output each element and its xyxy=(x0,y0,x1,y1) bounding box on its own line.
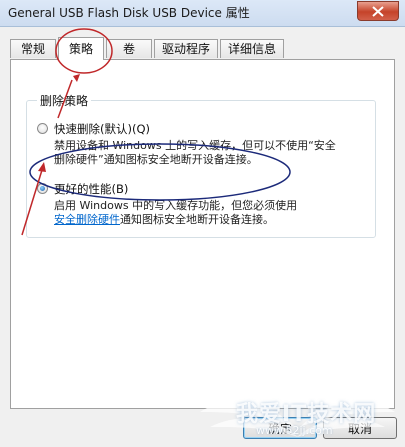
better-performance-label[interactable]: 更好的性能(B) xyxy=(54,181,128,197)
policy-tab-panel: 删除策略 快速删除(默认)(Q) 禁用设备和 Windows 上的写入缓存，但可… xyxy=(10,59,395,409)
tab-driver[interactable]: 驱动程序 xyxy=(154,39,218,58)
quick-removal-label[interactable]: 快速删除(默认)(Q) xyxy=(54,121,150,137)
close-icon xyxy=(372,6,384,17)
group-legend: 删除策略 xyxy=(37,92,92,109)
better-performance-desc-line2: 安全删除硬件通知图标安全地断开设备连接。 xyxy=(54,213,274,227)
window-title: General USB Flash Disk USB Device 属性 xyxy=(8,6,250,20)
safely-remove-hardware-link[interactable]: 安全删除硬件 xyxy=(54,213,120,226)
title-bar[interactable]: General USB Flash Disk USB Device 属性 xyxy=(0,0,405,27)
better-performance-option[interactable]: 更好的性能(B) xyxy=(37,181,237,197)
better-performance-radio[interactable] xyxy=(37,183,48,194)
dialog-buttons: 确定 取消 xyxy=(0,417,405,447)
dialog-client-area: 常规 策略 卷 驱动程序 详细信息 删除策略 快速删除(默认)(Q) 禁用设备和… xyxy=(0,27,405,447)
quick-removal-desc-line1: 禁用设备和 Windows 上的写入缓存，但可以不使用“安全 xyxy=(54,139,336,152)
better-performance-desc-rest: 通知图标安全地断开设备连接。 xyxy=(120,213,274,226)
ok-button[interactable]: 确定 xyxy=(243,417,317,439)
tab-volume[interactable]: 卷 xyxy=(106,39,152,58)
removal-policy-group: 删除策略 快速删除(默认)(Q) 禁用设备和 Windows 上的写入缓存，但可… xyxy=(26,92,376,238)
better-performance-desc-line1: 启用 Windows 中的写入缓存功能，但您必须使用 xyxy=(54,199,298,212)
properties-window: General USB Flash Disk USB Device 属性 常规 … xyxy=(0,0,405,447)
close-button[interactable] xyxy=(357,1,399,21)
cancel-button[interactable]: 取消 xyxy=(323,417,397,439)
tab-general[interactable]: 常规 xyxy=(10,39,56,58)
tab-details[interactable]: 详细信息 xyxy=(220,39,284,58)
quick-removal-option[interactable]: 快速删除(默认)(Q) xyxy=(37,121,237,137)
quick-removal-desc-line2: 删除硬件”通知图标安全地断开设备连接。 xyxy=(54,153,258,166)
tab-policy[interactable]: 策略 xyxy=(58,37,104,60)
quick-removal-radio[interactable] xyxy=(37,123,48,134)
